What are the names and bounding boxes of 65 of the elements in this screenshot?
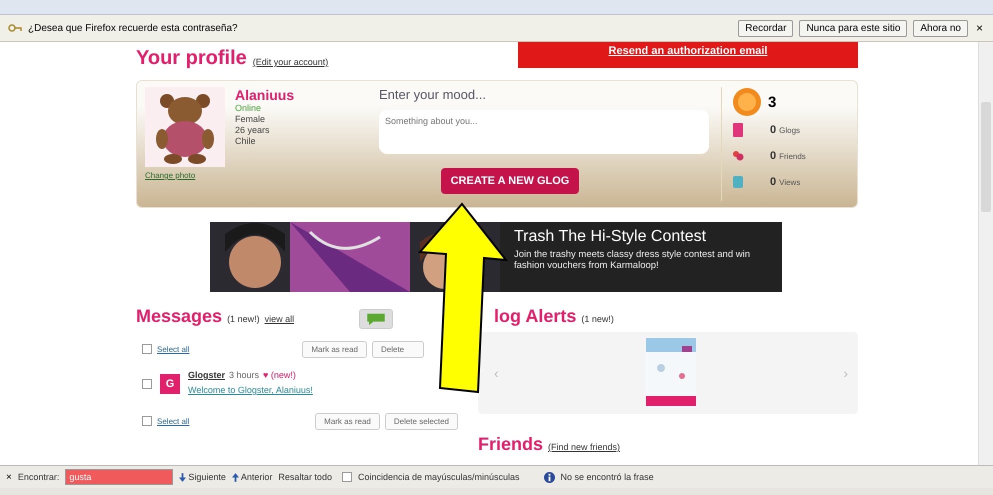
create-glog-button[interactable]: CREATE A NEW GLOG (440, 168, 580, 194)
checkbox[interactable] (342, 472, 352, 482)
find-friends-link[interactable]: (Find new friends) (548, 442, 620, 452)
stat-label: Friends (779, 152, 806, 160)
find-label: Encontrar: (18, 472, 60, 482)
mark-read-button[interactable]: Mark as read (315, 412, 380, 430)
page-icon (732, 122, 744, 138)
next-button[interactable]: Siguiente (179, 472, 226, 482)
checkbox[interactable] (142, 344, 152, 354)
profile-title: Your profile (136, 47, 247, 70)
resend-email-button[interactable]: Resend an authorization email (518, 42, 858, 68)
online-status: Online (235, 103, 262, 114)
checkbox[interactable] (142, 379, 152, 389)
stat-count: 0 (770, 150, 776, 162)
new-count: (1 new!) (581, 314, 614, 324)
username: Alaniuus (235, 87, 296, 103)
friends-title: Friends (478, 434, 544, 455)
mood-label: Enter your mood... (379, 87, 486, 102)
scrollbar[interactable] (978, 42, 993, 465)
glog-alerts-title: log Alerts (494, 306, 576, 327)
highlight-all-button[interactable]: Resaltar todo (278, 472, 332, 482)
messages-title: Messages (136, 306, 222, 327)
message-subject[interactable]: Welcome to Glogster, Alaniuus! (188, 385, 313, 395)
select-all-link[interactable]: Select all (157, 416, 190, 426)
medal-icon (732, 87, 762, 117)
down-arrow-icon (179, 472, 186, 482)
view-all-link[interactable]: view all (264, 314, 294, 324)
password-button[interactable]: Recordar (738, 20, 794, 36)
sender-name[interactable]: Glogster (188, 370, 226, 380)
glog-thumbnail[interactable] (646, 338, 696, 408)
select-all-link[interactable]: Select all (157, 344, 190, 354)
profile-detail: 26 years (235, 125, 271, 136)
up-arrow-icon (232, 472, 239, 482)
stat-count: 0 (770, 124, 776, 136)
profile-detail: Chile (235, 136, 257, 147)
mark-read-button[interactable]: Mark as read (302, 340, 367, 358)
stat-label: Glogs (779, 126, 800, 134)
new-count: (1 new!) (227, 314, 260, 324)
stat-label: Views (779, 178, 800, 186)
mood-field[interactable]: Something about you... (379, 110, 709, 154)
password-button[interactable]: Ahora no (913, 20, 968, 36)
checkbox[interactable] (142, 416, 152, 426)
password-button[interactable]: Nunca para este sitio (799, 20, 908, 36)
delete-button[interactable]: Delete (372, 340, 424, 358)
password-prompt: ¿Desea que Firefox recuerde esta contraseña? (28, 22, 238, 34)
chat-bubble-button[interactable] (359, 309, 394, 329)
contest-banner[interactable]: Trash The Hi-Style Contest Join the trashy meets classy dress style contest and win fashion vouchers from Karmaloop! (210, 222, 782, 292)
edit-account-link[interactable]: (Edit your account) (252, 57, 328, 67)
banner-text: Join the trashy meets classy dress style contest and win fashion vouchers from Karmaloop! (514, 249, 752, 271)
new-tag: ♥ (new!) (263, 370, 296, 380)
match-case-label: Coincidencia de mayúsculas/minúsculas (358, 472, 520, 482)
change-photo-link[interactable]: Change photo (145, 171, 225, 180)
key-icon (8, 23, 22, 33)
banner-title: Trash The Hi-Style Contest (514, 228, 708, 246)
sender-avatar: G (160, 374, 180, 394)
stat-count: 0 (770, 176, 776, 188)
close-button[interactable]: × (974, 21, 985, 35)
message-time: 3 hours (229, 370, 260, 380)
info-icon (544, 472, 555, 482)
profile-detail: Female (235, 114, 266, 125)
find-status: No se encontró la frase (560, 472, 654, 482)
delete-button[interactable]: Delete selected (384, 412, 458, 430)
close-button[interactable]: × (6, 472, 12, 482)
level-count: 3 (768, 94, 776, 110)
previous-button[interactable]: Anterior (232, 472, 272, 482)
